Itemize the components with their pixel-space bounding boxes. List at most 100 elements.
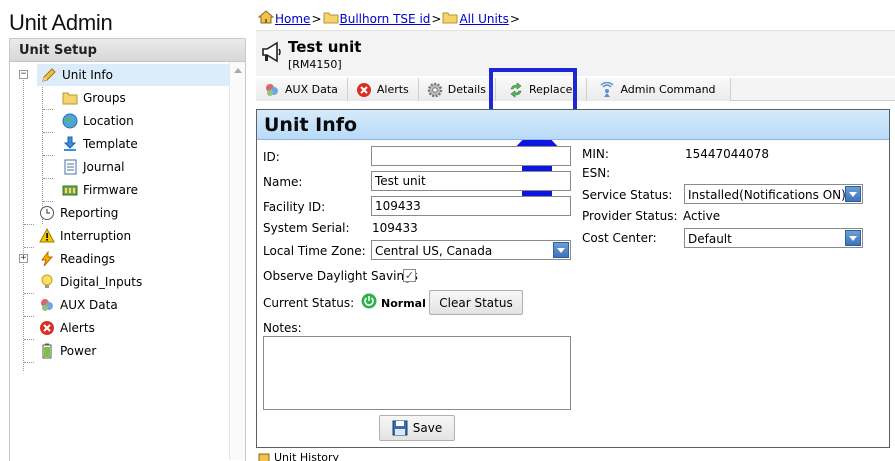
breadcrumb: Home > Bullhorn TSE id > All Units > [257,10,521,27]
alert-icon [39,320,55,336]
tab-admin-command[interactable]: Admin Command [587,78,731,101]
sidebar-item-readings[interactable]: Readings [39,248,115,270]
sidebar-item-reporting[interactable]: Reporting [39,202,118,224]
time-zone-select[interactable]: Central US, Canada [371,240,571,260]
tab-label: Admin Command [620,83,716,96]
dst-label: Observe Daylight Savings [263,269,418,283]
globe-icon [62,113,78,129]
pencil-icon [41,67,57,83]
tab-label: Details [447,83,486,96]
tab-aux-data[interactable]: AUX Data [256,78,348,101]
warning-icon [39,228,55,244]
panel-title: Unit Info [257,110,889,140]
provider-status-label: Provider Status: [582,209,678,223]
battery-icon [39,343,55,359]
status-value: Normal [381,297,426,310]
sidebar-item-label: Digital_Inputs [60,275,143,289]
sidebar: Unit Setup − + Unit Info Groups Location… [9,38,246,461]
tab-details[interactable]: Details [418,78,496,101]
clear-status-button[interactable]: Clear Status [429,290,523,315]
sidebar-item-label: Journal [83,160,125,174]
sidebar-item-power[interactable]: Power [39,340,96,362]
sidebar-item-firmware[interactable]: Firmware [62,179,138,201]
save-label: Save [412,421,443,435]
app-title: Unit Admin [9,10,113,35]
notes-textarea[interactable] [263,336,571,410]
sidebar-item-label: Template [83,137,138,151]
sidebar-item-journal[interactable]: Journal [62,156,125,178]
provider-status-value: Active [683,209,721,223]
sidebar-item-unit-info[interactable]: Unit Info [37,64,229,86]
tab-alerts[interactable]: Alerts [347,78,419,101]
unit-info-panel: Unit Info ID: Name: Facility ID: System … [256,109,890,448]
current-status-label: Current Status: [263,296,355,310]
download-icon [62,136,78,152]
save-button[interactable]: Save [379,415,455,441]
expand-readings-toggle[interactable]: + [19,254,28,263]
folder-icon [323,11,339,27]
sidebar-scrollbar[interactable] [229,62,245,460]
tab-label: AUX Data [285,83,338,96]
chevron-down-icon [845,186,861,202]
sidebar-item-location[interactable]: Location [62,110,134,132]
min-value: 15447044078 [685,147,769,161]
breadcrumb-all-units-link[interactable]: All Units [459,12,508,26]
sidebar-item-aux-data[interactable]: AUX Data [39,294,118,316]
service-status-label: Service Status: [582,188,673,202]
sidebar-item-label: Reporting [60,206,119,220]
aux-data-icon [264,82,280,98]
power-on-icon [361,293,377,312]
system-serial-value: 109433 [372,221,418,235]
sidebar-item-label: Readings [60,252,115,266]
id-label: ID: [263,150,280,164]
facility-id-field[interactable] [371,196,571,216]
notes-label: Notes: [263,321,302,335]
breadcrumb-home-link[interactable]: Home [275,12,310,26]
sidebar-item-label: Firmware [83,183,138,197]
sidebar-header: Unit Setup [10,39,245,62]
folder-icon [62,90,78,106]
tab-label: Alerts [376,83,409,96]
service-status-select[interactable]: Installed(Notifications ON) [684,184,863,204]
id-field[interactable] [371,146,571,166]
min-label: MIN: [582,147,609,161]
sidebar-tree: − + Unit Info Groups Location Template J… [10,62,245,460]
collapse-unit-info-toggle[interactable]: − [19,70,28,79]
sidebar-item-groups[interactable]: Groups [62,87,126,109]
sidebar-item-digital-inputs[interactable]: Digital_Inputs [39,271,142,293]
sidebar-item-label: Location [83,114,134,128]
system-serial-label: System Serial: [263,221,350,235]
sidebar-item-label: Groups [83,91,126,105]
bulb-icon [39,274,55,290]
name-label: Name: [263,175,303,189]
alert-icon [356,82,372,98]
time-zone-label: Local Time Zone: [263,244,366,258]
sidebar-item-label: Interruption [60,229,132,243]
history-icon [258,453,270,461]
aux-data-icon [39,297,55,313]
dst-checkbox[interactable]: ✓ [403,269,416,282]
cost-center-select[interactable]: Default [684,228,863,248]
unit-name: Test unit [288,38,362,56]
esn-label: ESN: [582,166,611,180]
folder-icon [442,11,458,27]
sidebar-item-label: AUX Data [60,298,118,312]
chevron-down-icon [553,242,569,258]
home-icon [257,10,275,27]
admin-command-icon [599,81,615,98]
clock-icon [39,205,55,221]
name-field[interactable] [371,171,571,191]
lightning-icon [39,251,55,267]
megaphone-icon [260,41,284,66]
unit-history-link[interactable]: Unit History [258,451,339,461]
sidebar-item-template[interactable]: Template [62,133,138,155]
gear-icon [427,82,443,98]
chevron-down-icon [845,230,861,246]
sidebar-item-label: Power [60,344,97,358]
sidebar-item-alerts[interactable]: Alerts [39,317,95,339]
journal-icon [62,159,78,175]
unit-code: [RM4150] [288,58,342,71]
facility-id-label: Facility ID: [263,200,326,214]
breadcrumb-bullhorn-link[interactable]: Bullhorn TSE id [340,12,431,26]
sidebar-item-interruption[interactable]: Interruption [39,225,131,247]
